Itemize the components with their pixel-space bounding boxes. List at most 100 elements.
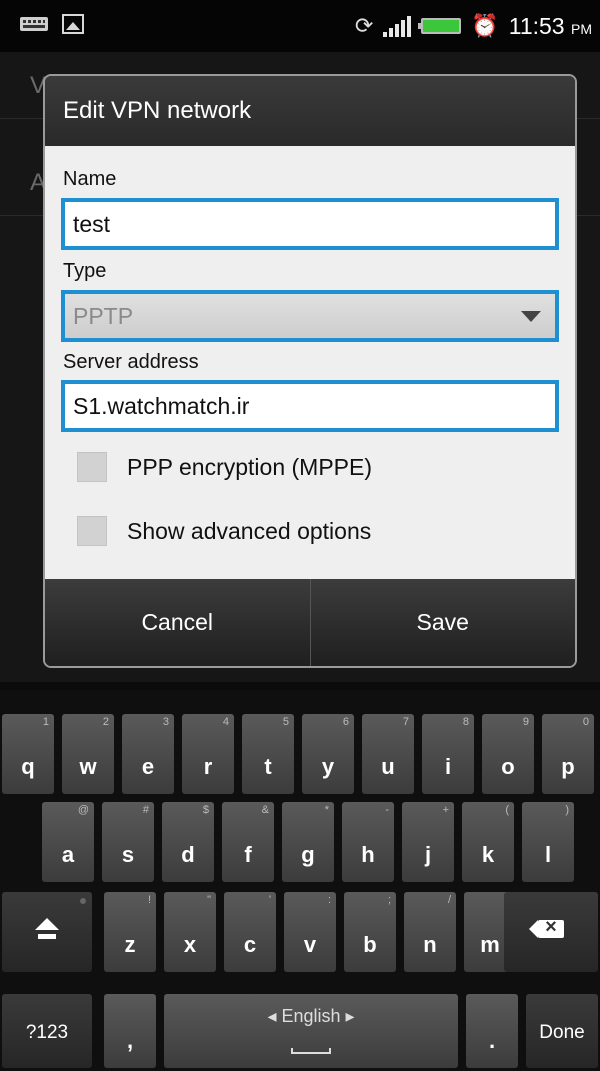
soft-keyboard: 1q2w3e4r5t6y7u8i9o0p @ a # s $ d & f * g - h + j(k) l … bbox=[0, 690, 600, 1071]
key-hint: 5 bbox=[282, 716, 289, 728]
key-label: c bbox=[243, 932, 257, 957]
key-label: h bbox=[361, 842, 375, 867]
key-f[interactable]: & f bbox=[222, 802, 274, 882]
comma-key[interactable]: , bbox=[104, 994, 156, 1068]
key-h[interactable]: -h bbox=[342, 802, 394, 882]
symbols-mode-key[interactable]: ?123 bbox=[2, 994, 92, 1068]
keyboard-notification-icon bbox=[20, 17, 48, 31]
key-p[interactable]: 0p bbox=[542, 714, 594, 794]
key-t[interactable]: 5t bbox=[242, 714, 294, 794]
key-hint: + bbox=[442, 804, 449, 816]
key-hint: 9 bbox=[522, 716, 529, 728]
clock: 11:53 PM bbox=[508, 12, 592, 39]
key-hint: 1 bbox=[42, 716, 49, 728]
key-hint: " bbox=[207, 894, 211, 906]
key-i[interactable]: 8i bbox=[422, 714, 474, 794]
image-notification-icon bbox=[62, 14, 84, 34]
backspace-key[interactable] bbox=[504, 892, 598, 972]
key-w[interactable]: 2w bbox=[62, 714, 114, 794]
key-label: r bbox=[203, 754, 213, 779]
signal-icon bbox=[383, 15, 412, 37]
key-z[interactable]: ! z bbox=[104, 892, 156, 972]
server-address-input[interactable]: S1.watchmatch.ir bbox=[61, 380, 559, 432]
key-label: g bbox=[301, 842, 315, 867]
key-v[interactable]: :v bbox=[284, 892, 336, 972]
key-label: k bbox=[481, 842, 495, 867]
space-icon bbox=[291, 1048, 331, 1054]
key-hint: * bbox=[324, 804, 329, 816]
show-advanced-label: Show advanced options bbox=[127, 517, 372, 544]
key-k[interactable]: (k bbox=[462, 802, 514, 882]
alarm-icon: ⏰ bbox=[471, 13, 499, 38]
server-address-label: Server address bbox=[63, 351, 199, 373]
key-s[interactable]: # s bbox=[102, 802, 154, 882]
key-hint: 6 bbox=[342, 716, 349, 728]
key-label: t bbox=[264, 754, 272, 779]
key-hint: 7 bbox=[402, 716, 409, 728]
key-label: y bbox=[321, 754, 335, 779]
ppp-encryption-checkbox[interactable] bbox=[77, 452, 107, 482]
rotate-icon: ⟳ bbox=[354, 13, 374, 38]
key-label: q bbox=[21, 754, 35, 779]
battery-icon bbox=[418, 18, 462, 34]
show-advanced-checkbox[interactable] bbox=[77, 516, 107, 546]
shift-key[interactable] bbox=[2, 892, 92, 972]
key-label: l bbox=[544, 842, 552, 867]
key-u[interactable]: 7u bbox=[362, 714, 414, 794]
key-hint: 8 bbox=[462, 716, 469, 728]
key-j[interactable]: + j bbox=[402, 802, 454, 882]
shift-lock-indicator bbox=[80, 898, 86, 904]
show-advanced-option[interactable]: Show advanced options bbox=[77, 511, 371, 551]
key-label: z bbox=[124, 932, 136, 957]
spacebar-key[interactable]: ◂ English ▸ bbox=[164, 994, 458, 1068]
key-b[interactable]: ; b bbox=[344, 892, 396, 972]
dropdown-arrow-icon bbox=[521, 311, 541, 322]
key-label: e bbox=[141, 754, 155, 779]
key-r[interactable]: 4r bbox=[182, 714, 234, 794]
key-g[interactable]: * g bbox=[282, 802, 334, 882]
dialog-title: Edit VPN network bbox=[45, 76, 575, 146]
key-label: i bbox=[444, 754, 452, 779]
key-hint: ' bbox=[268, 894, 271, 906]
done-key[interactable]: Done bbox=[526, 994, 598, 1068]
key-hint: ( bbox=[505, 804, 509, 816]
backspace-icon bbox=[529, 916, 564, 939]
type-label: Type bbox=[63, 260, 107, 282]
key-hint: ) bbox=[565, 804, 569, 816]
key-label: x bbox=[183, 932, 197, 957]
key-hint: : bbox=[327, 894, 331, 906]
key-o[interactable]: 9o bbox=[482, 714, 534, 794]
key-x[interactable]: " x bbox=[164, 892, 216, 972]
language-label: ◂ English ▸ bbox=[267, 1006, 355, 1026]
period-key[interactable]: . bbox=[466, 994, 518, 1068]
key-a[interactable]: @ a bbox=[42, 802, 94, 882]
name-input[interactable]: test bbox=[61, 198, 559, 250]
key-l[interactable]: ) l bbox=[522, 802, 574, 882]
cancel-button[interactable]: Cancel bbox=[45, 579, 310, 666]
key-hint: / bbox=[447, 894, 451, 906]
key-c[interactable]: ' c bbox=[224, 892, 276, 972]
key-hint: 3 bbox=[162, 716, 169, 728]
key-label: w bbox=[79, 754, 97, 779]
key-label: n bbox=[423, 932, 437, 957]
ppp-encryption-option[interactable]: PPP encryption (MPPE) bbox=[77, 447, 372, 487]
key-hint: 0 bbox=[582, 716, 589, 728]
key-label: p bbox=[561, 754, 575, 779]
type-select[interactable]: PPTP bbox=[61, 290, 559, 342]
done-label: Done bbox=[539, 1022, 585, 1043]
period-label: . bbox=[488, 1028, 496, 1053]
key-hint: ; bbox=[387, 894, 391, 906]
key-e[interactable]: 3e bbox=[122, 714, 174, 794]
save-button[interactable]: Save bbox=[311, 579, 576, 666]
dialog-button-bar: Cancel Save bbox=[45, 579, 575, 666]
key-label: s bbox=[121, 842, 135, 867]
key-n[interactable]: / n bbox=[404, 892, 456, 972]
shift-arrow-icon bbox=[35, 918, 59, 930]
key-hint: 2 bbox=[102, 716, 109, 728]
key-hint: - bbox=[385, 804, 389, 816]
type-select-value: PPTP bbox=[73, 303, 134, 329]
key-q[interactable]: 1q bbox=[2, 714, 54, 794]
key-y[interactable]: 6y bbox=[302, 714, 354, 794]
key-d[interactable]: $ d bbox=[162, 802, 214, 882]
key-hint: ! bbox=[147, 894, 151, 906]
